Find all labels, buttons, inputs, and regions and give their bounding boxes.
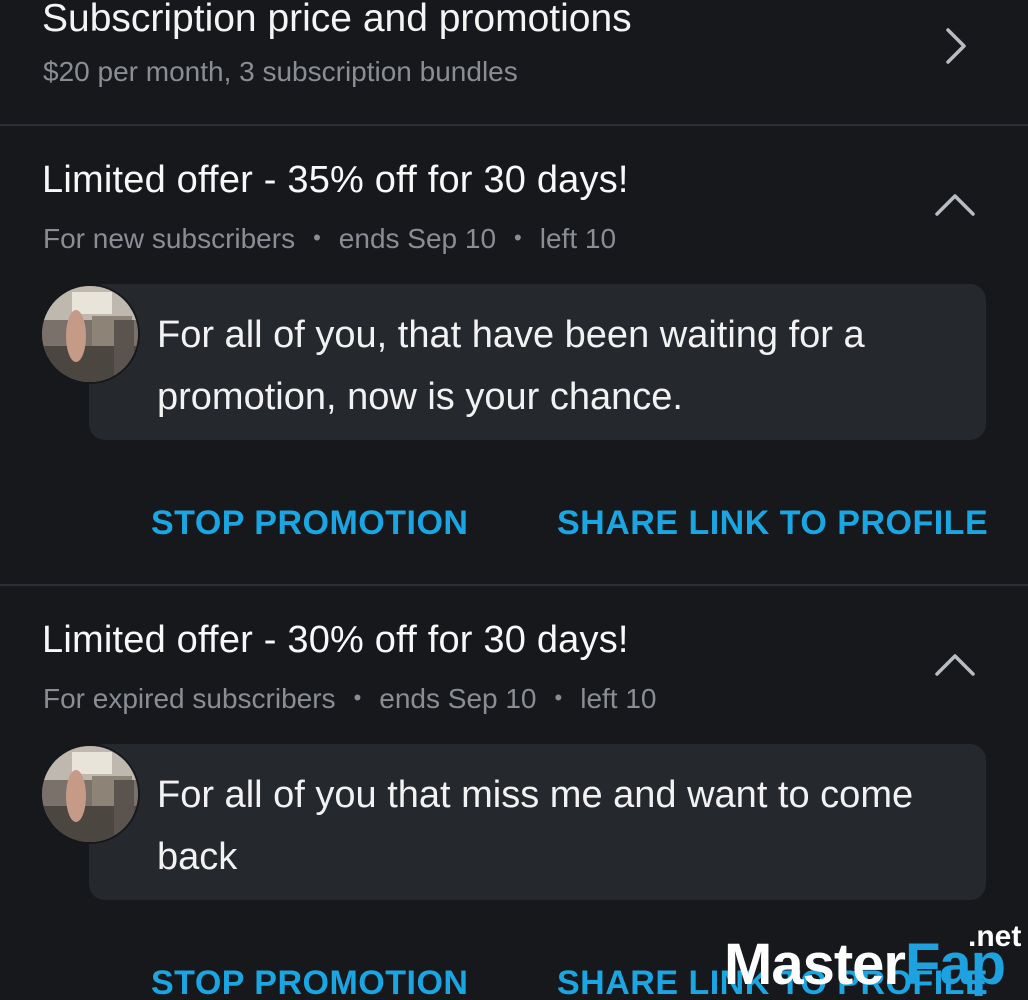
promotion-ends: ends Sep 10 <box>379 683 537 714</box>
share-link-button[interactable]: SHARE LINK TO PROFILE <box>557 498 988 548</box>
meta-separator: • <box>353 685 362 710</box>
watermark-net: .net <box>968 920 1022 953</box>
promotion-left: left 10 <box>539 223 617 254</box>
promotion-title: Limited offer - 30% off for 30 days! <box>42 619 629 661</box>
chevron-up-icon[interactable] <box>932 184 978 224</box>
meta-separator: • <box>313 225 321 250</box>
meta-separator: • <box>514 225 522 250</box>
promotion-left: left 10 <box>580 683 657 714</box>
promotion-title: Limited offer - 35% off for 30 days! <box>42 159 629 201</box>
avatar-image <box>42 746 138 842</box>
promotion-meta: For expired subscribers • ends Sep 10 • left… <box>43 680 657 717</box>
subscription-subtitle: $20 per month, 3 subscription bundles <box>43 56 518 87</box>
subscription-price-row[interactable]: Subscription price and promotions $20 pe… <box>0 0 1028 126</box>
meta-separator: • <box>554 685 563 710</box>
promotion-ends: ends Sep 10 <box>338 223 497 254</box>
watermark-text: MasterFap <box>724 930 1006 1000</box>
promotion-card: Limited offer - 35% off for 30 days! For… <box>0 128 1028 586</box>
watermark-master: Master <box>724 932 906 997</box>
watermark-logo: MasterFap .net <box>724 920 1028 1000</box>
stop-promotion-button[interactable]: STOP PROMOTION <box>151 498 468 548</box>
subscription-title: Subscription price and promotions <box>42 0 632 40</box>
avatar-image <box>42 286 138 382</box>
promotion-message-bubble: For all of you, that have been waiting f… <box>89 284 986 440</box>
promotion-actions: STOP PROMOTION SHARE LINK TO PROFILE <box>0 498 1028 548</box>
chevron-up-icon[interactable] <box>932 644 978 684</box>
chevron-right-icon[interactable] <box>936 26 976 66</box>
promotion-audience: For expired subscribers <box>43 683 336 714</box>
promotion-message-bubble: For all of you that miss me and want to … <box>89 744 986 900</box>
promotions-screen: Subscription price and promotions $20 pe… <box>0 0 1028 1000</box>
promotion-meta: For new subscribers • ends Sep 10 • left 10 <box>43 220 616 257</box>
promotion-message: For all of you that miss me and want to … <box>157 774 914 878</box>
promotion-message: For all of you, that have been waiting f… <box>157 314 865 418</box>
avatar[interactable] <box>40 744 140 844</box>
avatar[interactable] <box>40 284 140 384</box>
stop-promotion-button[interactable]: STOP PROMOTION <box>151 958 468 1000</box>
promotion-audience: For new subscribers <box>43 223 296 254</box>
